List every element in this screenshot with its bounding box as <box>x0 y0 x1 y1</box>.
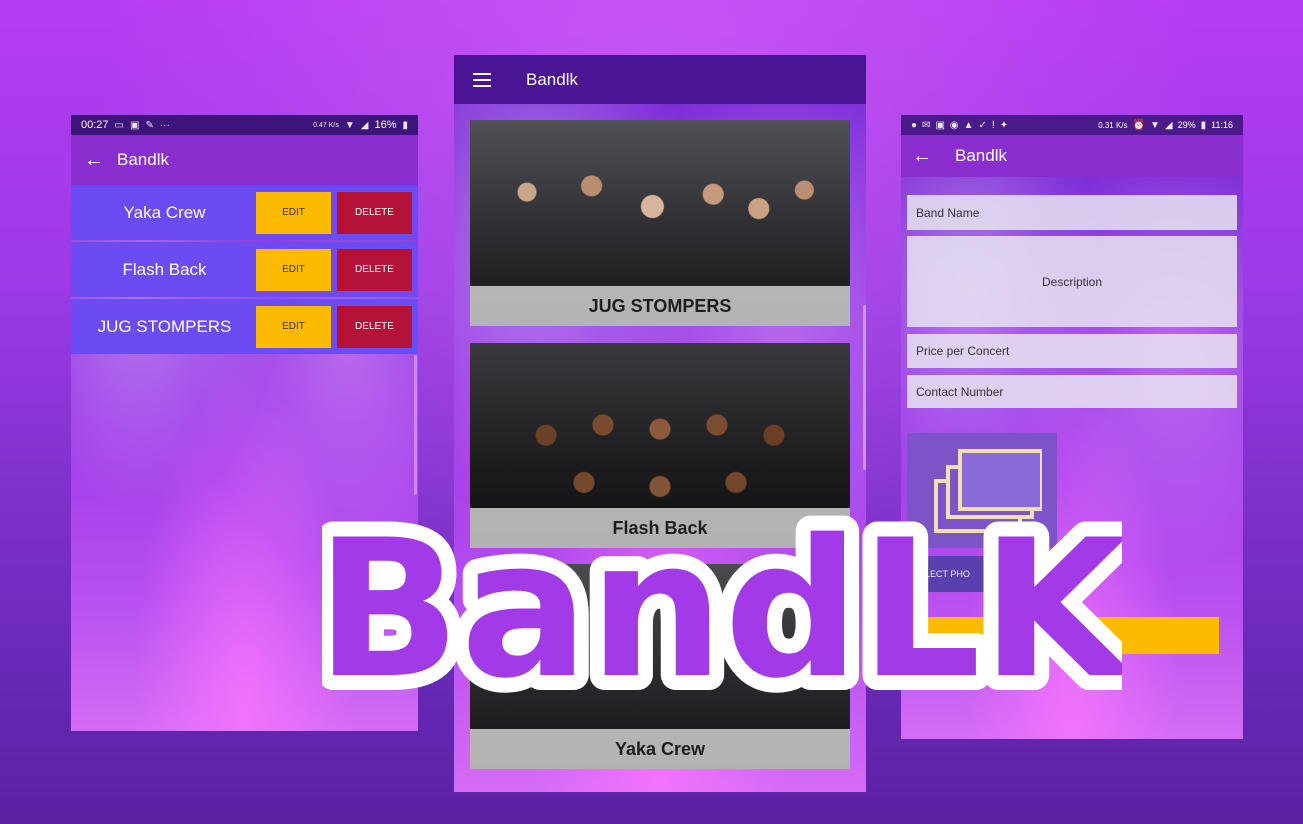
band-name-field[interactable]: Band Name <box>907 195 1237 230</box>
laptop-icon: ▭ <box>114 119 124 131</box>
tool-icon: ✎ <box>145 119 154 131</box>
battery-icon: ▮ <box>402 119 408 131</box>
net-speed: 0.31 K/s <box>1098 120 1128 130</box>
status-time: 00:27 <box>81 119 109 131</box>
edit-button[interactable]: EDIT <box>256 305 331 348</box>
toolbar-title: Bandlk <box>117 150 169 169</box>
description-field[interactable]: Description <box>907 236 1237 327</box>
band-card[interactable]: JUG STOMPERS <box>470 120 850 326</box>
edit-button[interactable]: EDIT <box>256 248 331 291</box>
delete-button[interactable]: DELETE <box>337 248 412 291</box>
net-speed: 0.47 K/s <box>313 121 339 129</box>
band-name: Flash Back <box>122 259 207 279</box>
edit-button[interactable]: EDIT <box>256 191 331 234</box>
app-toolbar: ← Bandlk <box>71 135 418 185</box>
status-time: 11:16 <box>1211 120 1233 130</box>
mail-icon: ✉ <box>922 119 931 131</box>
signal-icon: ◢ <box>360 119 369 131</box>
wifi-icon: ▼ <box>1150 119 1160 131</box>
band-name: JUG STOMPERS <box>97 316 232 336</box>
back-arrow-icon[interactable]: ← <box>901 145 943 168</box>
list-item: Flash Back EDIT DELETE <box>71 242 418 297</box>
app-toolbar: ← Bandlk <box>901 135 1243 177</box>
delete-button[interactable]: DELETE <box>337 305 412 348</box>
band-caption: JUG STOMPERS <box>470 286 850 326</box>
band-name: Yaka Crew <box>123 202 206 222</box>
status-bar: ● ✉ ▣ ◉ ▲ ✓ ! ✦ 0.31 K/s ⏰ ▼ ◢ 29% ▮ 11:… <box>901 115 1243 135</box>
status-bar: 00:27 ▭ ▣ ✎ ··· 0.47 K/s ▼ ◢ 16% ▮ <box>71 115 418 135</box>
more-icon: ··· <box>159 119 170 131</box>
battery-icon: ▮ <box>1200 119 1207 131</box>
image-icon: ▣ <box>129 119 140 131</box>
price-placeholder: Price per Concert <box>916 344 1010 358</box>
toolbar-title: Bandlk <box>526 69 578 89</box>
band-list: Yaka Crew EDIT DELETE Flash Back EDIT DE… <box>71 185 418 356</box>
delete-button[interactable]: DELETE <box>337 191 412 234</box>
bandlk-logo: BandLK BandLK <box>322 505 1122 705</box>
battery-level: 29% <box>1177 120 1196 130</box>
contact-number-field[interactable]: Contact Number <box>907 375 1237 408</box>
toolbar-title: Bandlk <box>955 146 1007 165</box>
back-arrow-icon[interactable]: ← <box>71 149 117 172</box>
logo-fill: BandLK <box>322 505 1122 705</box>
twitter-icon: ✦ <box>999 119 1009 131</box>
wifi-icon: ▼ <box>344 119 355 131</box>
signal-icon: ◢ <box>1164 119 1173 131</box>
chart-icon: ▲ <box>963 119 974 131</box>
list-item: JUG STOMPERS EDIT DELETE <box>71 299 418 354</box>
alert-icon: ! <box>991 119 995 131</box>
scrollbar[interactable] <box>863 305 866 470</box>
band-name-placeholder: Band Name <box>916 205 980 220</box>
scrollbar[interactable] <box>414 355 417 495</box>
alarm-icon: ⏰ <box>1132 119 1145 131</box>
messenger-icon: ● <box>911 119 918 131</box>
check-icon: ✓ <box>978 119 987 131</box>
app-toolbar: Bandlk <box>454 55 866 104</box>
list-item: Yaka Crew EDIT DELETE <box>71 185 418 240</box>
battery-level: 16% <box>374 119 397 131</box>
hamburger-menu-icon[interactable] <box>454 78 510 81</box>
circle-icon: ◉ <box>949 119 959 131</box>
contact-placeholder: Contact Number <box>916 384 1004 399</box>
band-caption: Yaka Crew <box>470 729 850 769</box>
price-field[interactable]: Price per Concert <box>907 334 1237 368</box>
image-icon: ▣ <box>935 119 945 131</box>
description-placeholder: Description <box>1041 274 1103 289</box>
